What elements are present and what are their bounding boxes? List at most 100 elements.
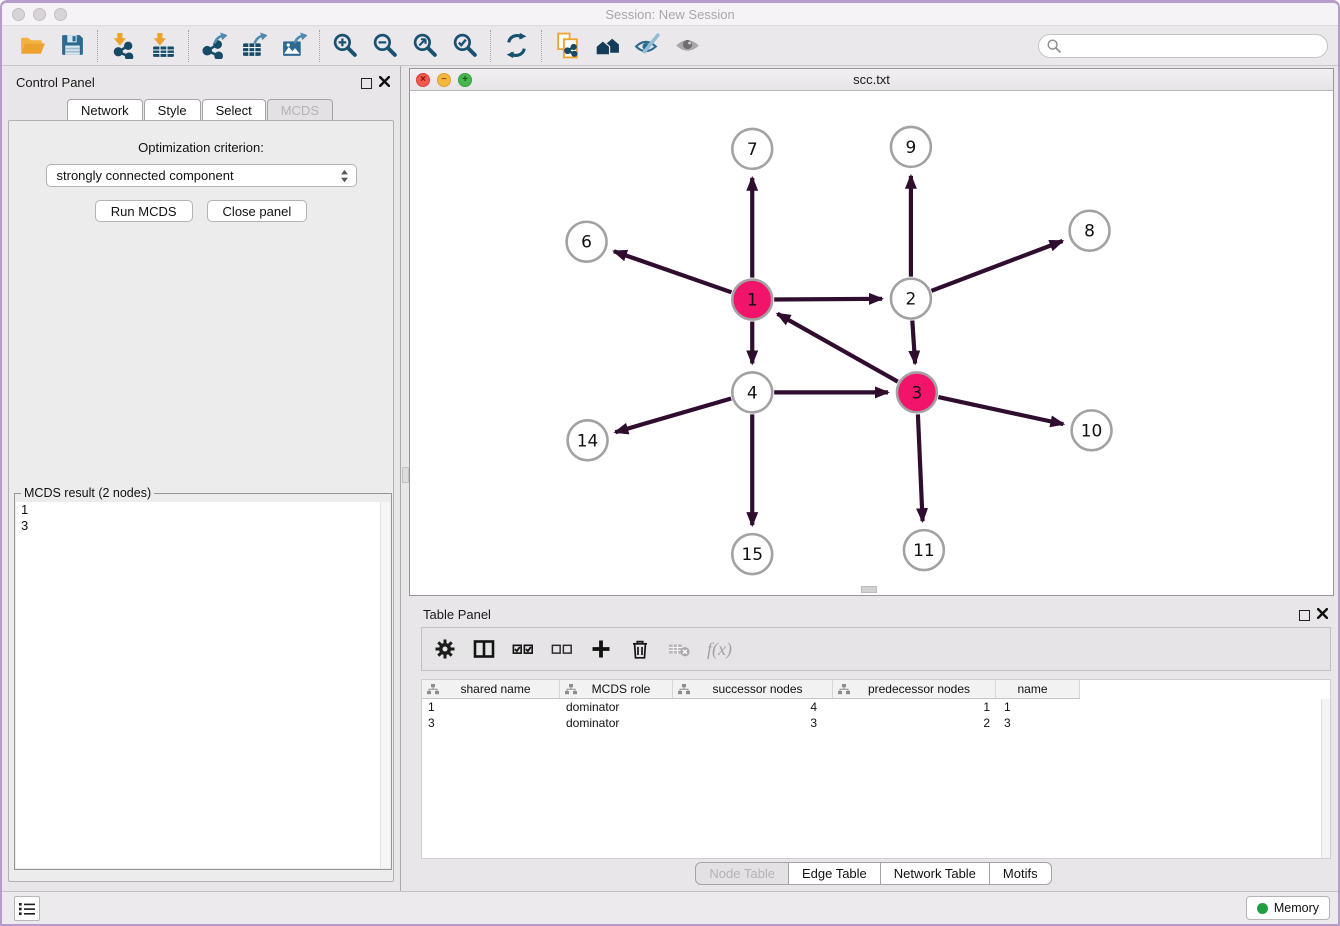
zoom-fit-icon[interactable] xyxy=(405,29,445,63)
network-window-titlebar[interactable]: × − + scc.txt xyxy=(410,69,1333,91)
graph-node-14[interactable]: 14 xyxy=(568,420,608,460)
refresh-icon[interactable] xyxy=(496,29,536,63)
tab-motifs[interactable]: Motifs xyxy=(989,862,1052,885)
graph-edge-1-2[interactable] xyxy=(774,299,882,300)
search-box xyxy=(1038,34,1328,58)
tab-edge-table[interactable]: Edge Table xyxy=(788,862,881,885)
graph-edge-2-8[interactable] xyxy=(931,241,1062,291)
zoom-selected-icon[interactable] xyxy=(445,29,485,63)
export-image-icon[interactable] xyxy=(274,29,314,63)
unchecked-boxes-icon[interactable] xyxy=(551,634,573,664)
table-cell[interactable]: 4 xyxy=(673,699,833,715)
table-row[interactable]: 1dominator411 xyxy=(422,699,1330,715)
close-panel-icon[interactable] xyxy=(379,74,390,92)
column-header-predecessor-nodes[interactable]: predecessor nodes xyxy=(833,680,996,699)
graph-node-3[interactable]: 3 xyxy=(897,372,937,412)
graph-node-9[interactable]: 9 xyxy=(891,127,931,167)
export-table-icon[interactable] xyxy=(234,29,274,63)
column-header-MCDS-role[interactable]: MCDS role xyxy=(560,680,673,699)
zoom-in-icon[interactable] xyxy=(325,29,365,63)
houses-icon[interactable] xyxy=(587,29,627,63)
close-panel-button[interactable]: Close panel xyxy=(207,200,308,222)
graph-edge-3-11[interactable] xyxy=(918,414,923,521)
eye-gray-icon[interactable] xyxy=(667,29,707,63)
column-header-shared-name[interactable]: shared name xyxy=(422,680,560,699)
graph-edge-3-10[interactable] xyxy=(938,397,1063,424)
app-window: Session: New Session Control Panel Netwo… xyxy=(0,0,1340,926)
table-cell[interactable]: 3 xyxy=(673,715,833,731)
open-folder-icon[interactable] xyxy=(12,29,52,63)
import-table-icon[interactable] xyxy=(143,29,183,63)
graph-edge-2-3[interactable] xyxy=(912,321,915,364)
table-cell[interactable]: 1 xyxy=(422,699,560,715)
tab-mcds[interactable]: MCDS xyxy=(267,99,333,122)
table-body: 1dominator4113dominator323 xyxy=(422,699,1330,731)
window-close-button[interactable] xyxy=(12,8,25,21)
column-header-name[interactable]: name xyxy=(996,680,1080,699)
table-cell[interactable]: 1 xyxy=(996,699,1080,715)
panel-splitter-handle[interactable] xyxy=(402,467,409,483)
search-input[interactable] xyxy=(1038,34,1328,58)
network-minimize-button[interactable]: − xyxy=(437,73,451,87)
memory-button[interactable]: Memory xyxy=(1246,896,1330,920)
tab-network[interactable]: Network xyxy=(67,99,143,122)
criterion-dropdown[interactable]: strongly connected component xyxy=(46,164,357,187)
table-cell[interactable]: dominator xyxy=(560,699,673,715)
window-minimize-button[interactable] xyxy=(33,8,46,21)
graph-node-6[interactable]: 6 xyxy=(567,222,607,262)
graph-node-8[interactable]: 8 xyxy=(1070,211,1110,251)
add-icon[interactable] xyxy=(590,634,612,664)
table-cell[interactable]: 3 xyxy=(422,715,560,731)
graph-node-4[interactable]: 4 xyxy=(732,372,772,412)
zoom-out-icon[interactable] xyxy=(365,29,405,63)
checked-boxes-icon[interactable] xyxy=(512,634,534,664)
status-bar: Memory xyxy=(2,891,1338,924)
network-canvas[interactable]: 7 9 6 8 1 2 4 3 14 10 15 11 xyxy=(410,91,1333,595)
export-network-icon[interactable] xyxy=(194,29,234,63)
tab-select[interactable]: Select xyxy=(202,99,266,122)
close-table-panel-icon[interactable] xyxy=(1317,606,1328,624)
table-row[interactable]: 3dominator323 xyxy=(422,715,1330,731)
window-zoom-button[interactable] xyxy=(54,8,67,21)
graph-edge-1-6[interactable] xyxy=(614,251,732,292)
import-network-icon[interactable] xyxy=(103,29,143,63)
table-cell[interactable]: 3 xyxy=(996,715,1080,731)
column-split-icon[interactable] xyxy=(473,634,495,664)
tab-node-table[interactable]: Node Table xyxy=(695,862,789,885)
column-header-successor-nodes[interactable]: successor nodes xyxy=(673,680,833,699)
float-panel-icon[interactable] xyxy=(361,78,372,89)
graph-edge-4-14[interactable] xyxy=(615,398,731,432)
network-maximize-button[interactable]: + xyxy=(458,73,472,87)
graph-node-label: 6 xyxy=(581,232,592,252)
graph-node-15[interactable]: 15 xyxy=(732,534,772,574)
graph-node-1[interactable]: 1 xyxy=(732,280,772,320)
run-mcds-button[interactable]: Run MCDS xyxy=(95,200,193,222)
document-share-icon[interactable] xyxy=(547,29,587,63)
graph-node-11[interactable]: 11 xyxy=(904,530,944,570)
tab-network-table[interactable]: Network Table xyxy=(880,862,990,885)
eye-pen-icon[interactable] xyxy=(627,29,667,63)
network-graph[interactable]: 7 9 6 8 1 2 4 3 14 10 15 11 xyxy=(410,91,1333,595)
table-cell[interactable]: 1 xyxy=(833,699,996,715)
graph-node-2[interactable]: 2 xyxy=(891,279,931,319)
table-scrollbar[interactable] xyxy=(1321,699,1330,858)
toolbar-separator xyxy=(541,30,542,62)
mcds-result-line: 1 xyxy=(16,502,390,518)
result-scrollbar[interactable] xyxy=(380,502,390,868)
task-history-button[interactable] xyxy=(14,896,40,921)
graph-edge-3-1[interactable] xyxy=(777,314,897,382)
search-icon xyxy=(1047,39,1061,53)
graph-node-10[interactable]: 10 xyxy=(1072,410,1112,450)
trash-icon[interactable] xyxy=(629,634,651,664)
table-cell[interactable]: 2 xyxy=(833,715,996,731)
tab-style[interactable]: Style xyxy=(144,99,201,122)
float-table-panel-icon[interactable] xyxy=(1299,610,1310,621)
graph-node-7[interactable]: 7 xyxy=(732,129,772,169)
table-cell[interactable]: dominator xyxy=(560,715,673,731)
save-icon[interactable] xyxy=(52,29,92,63)
mcds-result-area[interactable]: 13 xyxy=(16,502,390,868)
canvas-resize-grip[interactable] xyxy=(861,586,877,593)
toolbar-separator xyxy=(319,30,320,62)
network-close-button[interactable]: × xyxy=(416,73,430,87)
gear-icon[interactable] xyxy=(434,634,456,664)
